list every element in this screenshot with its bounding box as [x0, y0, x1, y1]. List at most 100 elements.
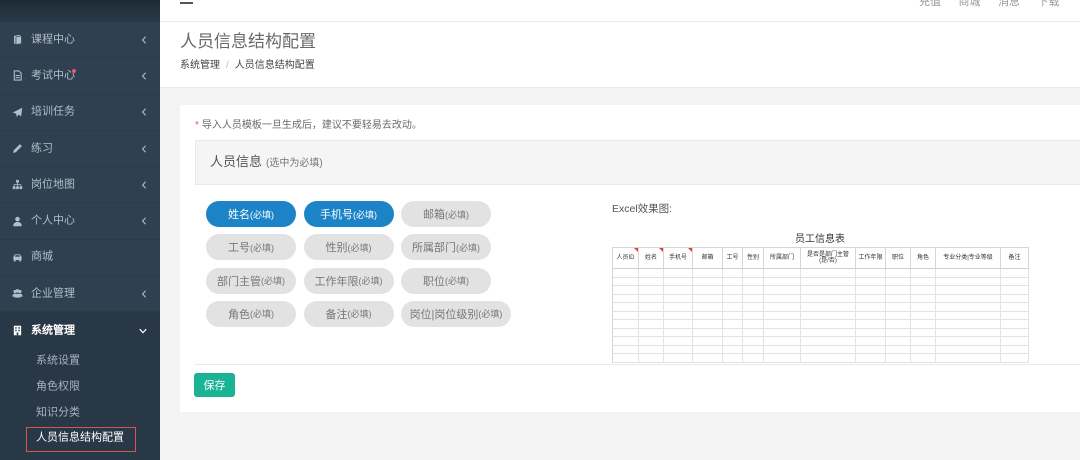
excel-cell — [664, 277, 693, 287]
sidebar-item-training-tasks[interactable]: 培训任务 — [0, 95, 160, 131]
excel-cell — [886, 294, 911, 304]
chevron-left-icon — [141, 144, 147, 153]
paper-plane-icon — [11, 106, 23, 118]
excel-cell — [764, 294, 801, 304]
car-icon — [11, 251, 23, 263]
sidebar-item-enterprise[interactable]: 企业管理 — [0, 276, 160, 313]
sidebar-item-label: 系统管理 — [31, 324, 75, 337]
excel-cell — [764, 328, 801, 338]
field-hint: (必填) — [353, 209, 377, 220]
excel-cell — [856, 320, 886, 329]
field-hint: (必填) — [347, 309, 372, 320]
field-toggle-work-years[interactable]: 工作年限 (必填) — [303, 267, 394, 294]
excel-header-cell: 备注 — [1001, 248, 1029, 269]
excel-header-cell: 人员ID — [613, 248, 639, 269]
excel-header-cell: 手机号 — [664, 248, 693, 269]
excel-cell — [801, 345, 856, 355]
excel-cell — [743, 328, 764, 338]
sidebar-nav: 课程中心 考试中心 培训任务 练习 岗位地图 个人中心 商城 企业管理 系统管理… — [0, 22, 160, 460]
field-toggle-department-head[interactable]: 部门主管 (必填) — [206, 267, 296, 294]
comment-marker — [688, 248, 692, 252]
excel-cell — [664, 328, 693, 338]
required-marker: * — [195, 120, 199, 131]
excel-cell — [693, 320, 723, 329]
breadcrumb-item-system[interactable]: 系统管理 — [180, 60, 220, 71]
excel-cell — [613, 320, 639, 329]
excel-cell — [764, 311, 801, 321]
field-name: 所属部门 — [412, 242, 456, 255]
field-name: 角色 — [228, 308, 250, 321]
excel-cell — [1001, 354, 1029, 364]
excel-cell — [936, 311, 1001, 321]
excel-cell — [911, 311, 936, 321]
excel-cell — [639, 277, 664, 287]
excel-cell — [764, 354, 801, 364]
excel-header-cell: 姓名 — [639, 248, 664, 269]
field-name: 岗位|岗位级别 — [409, 308, 479, 321]
sidebar-subitem-personnel-config[interactable]: 人员信息结构配置 — [0, 425, 160, 453]
excel-cell — [911, 354, 936, 364]
excel-cell — [936, 269, 1001, 278]
sidebar-item-courses[interactable]: 课程中心 — [0, 22, 160, 59]
excel-cell — [664, 294, 693, 304]
field-name: 工号 — [228, 242, 250, 255]
top-link-download[interactable]: 下载 — [1038, 0, 1078, 8]
excel-cell — [936, 328, 1001, 338]
excel-cell — [693, 303, 723, 312]
field-toggle-position[interactable]: 职位 (必填) — [401, 267, 491, 294]
sidebar-subitem-role-permissions[interactable]: 角色权限 — [0, 374, 160, 400]
warning-note-text: 导入人员模板一旦生成后，建议不要轻易去改动。 — [201, 120, 422, 131]
excel-header-text: 备注 — [1008, 254, 1021, 261]
top-link-mall[interactable]: 商城 — [959, 0, 999, 8]
field-hint: (必填) — [445, 209, 469, 220]
sidebar-item-practice[interactable]: 练习 — [0, 131, 160, 168]
excel-cell — [911, 303, 936, 312]
excel-cell — [743, 337, 764, 346]
field-toggle-phone[interactable]: 手机号 (必填) — [303, 201, 394, 227]
excel-cell — [693, 277, 723, 287]
excel-cell — [1001, 286, 1029, 295]
chevron-left-icon — [141, 217, 147, 225]
save-button[interactable]: 保存 — [194, 373, 235, 397]
sidebar-item-mall[interactable]: 商城 — [0, 240, 160, 277]
hamburger-icon[interactable] — [180, 0, 193, 4]
sidebar-subitem-knowledge-categories[interactable]: 知识分类 — [0, 400, 160, 426]
notification-dot — [72, 69, 76, 74]
excel-cell — [856, 337, 886, 346]
excel-cell — [723, 354, 743, 364]
excel-cell — [639, 286, 664, 295]
excel-cell — [911, 320, 936, 329]
field-toggle-employee-id[interactable]: 工号 (必填) — [206, 234, 296, 261]
field-toggle-gender[interactable]: 性别 (必填) — [303, 234, 394, 261]
excel-cell — [743, 345, 764, 355]
field-hint: (必填) — [358, 276, 383, 287]
excel-cell — [886, 320, 911, 329]
sidebar-item-job-map[interactable]: 岗位地图 — [0, 167, 160, 204]
sidebar-item-system-management[interactable]: 系统管理 — [0, 312, 160, 348]
top-link-messages[interactable]: 消息 — [998, 0, 1038, 8]
sidebar-item-exams[interactable]: 考试中心 — [0, 58, 160, 95]
excel-cell — [613, 269, 639, 278]
excel-cell — [1001, 337, 1029, 346]
field-toggle-email[interactable]: 邮箱 (必填) — [401, 201, 491, 227]
excel-cell — [936, 354, 1001, 364]
sidebar-subitem-system-settings[interactable]: 系统设置 — [0, 349, 160, 375]
field-toggle-department[interactable]: 所属部门 (必填) — [401, 234, 491, 261]
field-toggle-name[interactable]: 姓名 (必填) — [206, 201, 296, 227]
excel-cell — [911, 337, 936, 346]
top-links: 充值 商城 消息 下载 — [919, 0, 1077, 8]
excel-header-text: 角色 — [916, 254, 929, 261]
excel-cell — [743, 354, 764, 364]
field-toggle-remarks[interactable]: 备注 (必填) — [303, 300, 394, 327]
excel-cell — [723, 277, 743, 287]
sidebar-item-personal-center[interactable]: 个人中心 — [0, 203, 160, 240]
excel-cell — [886, 345, 911, 355]
top-link-recharge[interactable]: 充值 — [919, 0, 959, 8]
excel-cell — [743, 269, 764, 278]
comment-marker — [634, 248, 638, 252]
pencil-icon — [11, 143, 23, 155]
excel-cell — [801, 286, 856, 295]
field-toggle-role[interactable]: 角色 (必填) — [206, 300, 296, 327]
field-toggle-job-level[interactable]: 岗位|岗位级别 (必填) — [401, 300, 511, 327]
excel-cell — [743, 303, 764, 312]
